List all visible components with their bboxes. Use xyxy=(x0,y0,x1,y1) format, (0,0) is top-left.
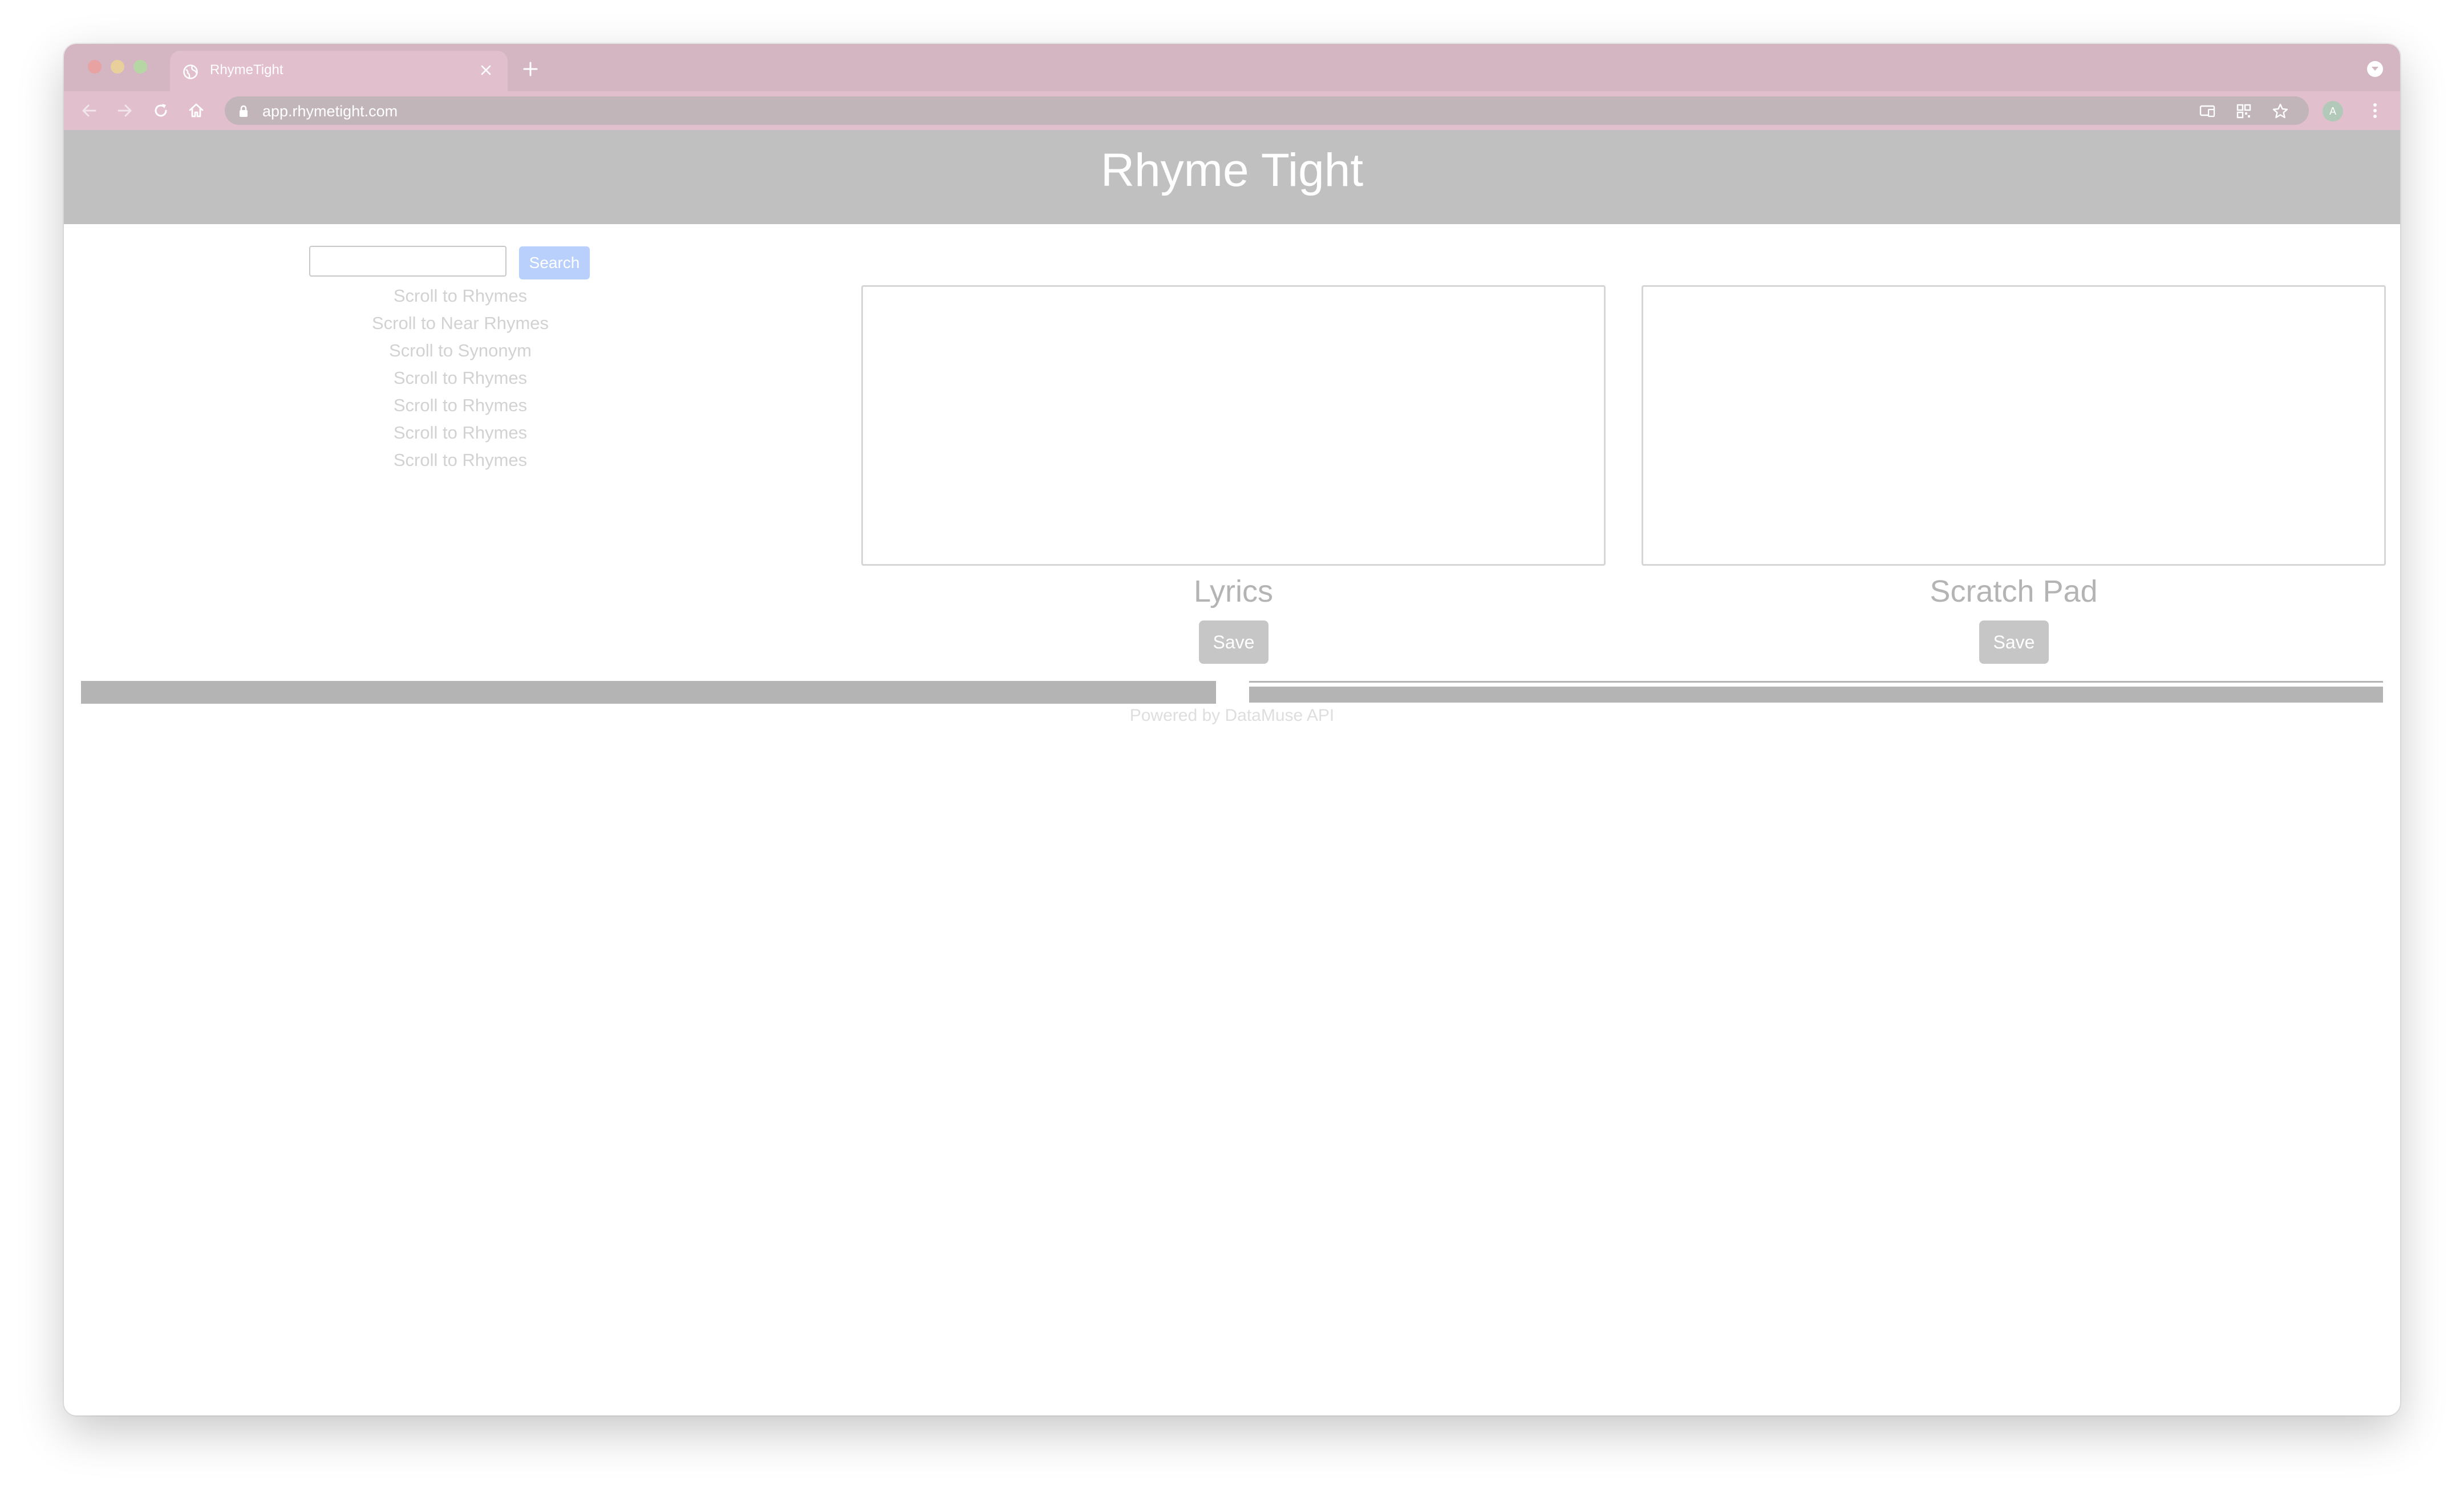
scroll-link-synonym[interactable]: Scroll to Synonym xyxy=(81,337,840,364)
avatar[interactable]: A xyxy=(2323,101,2343,121)
lyrics-title: Lyrics xyxy=(1193,574,1273,608)
tab-bar: RhymeTight xyxy=(64,44,2400,91)
scroll-link-rhymes[interactable]: Scroll to Rhymes xyxy=(81,392,840,419)
url-text[interactable]: app.rhymetight.com xyxy=(262,103,398,120)
save-lyrics-button[interactable]: Save xyxy=(1199,620,1269,664)
minimize-window-button[interactable] xyxy=(111,60,124,74)
divider-bar-left xyxy=(81,681,1216,704)
lock-icon xyxy=(238,105,249,120)
search-input[interactable] xyxy=(309,246,506,277)
cast-icon[interactable] xyxy=(2198,102,2217,121)
scratch-pad-title: Scratch Pad xyxy=(1930,574,2098,608)
datamuse-api-link[interactable]: DataMuse API xyxy=(1225,706,1335,725)
arrow-right-icon[interactable] xyxy=(114,99,136,122)
scroll-links: Scroll to Rhymes Scroll to Near Rhymes S… xyxy=(81,282,840,474)
tab-title: RhymeTight xyxy=(210,62,283,78)
save-scratch-pad-button[interactable]: Save xyxy=(1979,620,2049,664)
chevron-down-icon[interactable] xyxy=(2367,61,2383,77)
scroll-link-rhymes[interactable]: Scroll to Rhymes xyxy=(81,282,840,310)
home-icon[interactable] xyxy=(185,99,208,122)
footer-prefix: Powered by xyxy=(1129,706,1225,725)
browser-window: RhymeTight app.rhymetight.com A Rhyme Ti… xyxy=(64,44,2400,1415)
star-icon[interactable] xyxy=(2271,102,2290,121)
divider-bar-right xyxy=(1249,687,2383,703)
globe-icon xyxy=(183,64,198,80)
maximize-window-button[interactable] xyxy=(133,60,147,74)
lyrics-textarea[interactable] xyxy=(861,285,1606,566)
close-window-button[interactable] xyxy=(88,60,102,74)
browser-toolbar: app.rhymetight.com A xyxy=(64,91,2400,130)
address-bar[interactable]: app.rhymetight.com xyxy=(225,96,2309,125)
browser-tab[interactable]: RhymeTight xyxy=(170,51,508,91)
scroll-link-rhymes[interactable]: Scroll to Rhymes xyxy=(81,447,840,474)
divider-rule-right xyxy=(1249,681,2383,683)
arrow-left-icon[interactable] xyxy=(78,99,100,122)
scratch-pad-textarea[interactable] xyxy=(1642,285,2386,566)
app-header: Rhyme Tight xyxy=(64,133,2400,224)
plus-icon[interactable] xyxy=(518,56,543,82)
search-button[interactable]: Search xyxy=(519,246,590,279)
page-title: Rhyme Tight xyxy=(1100,144,1364,196)
scroll-link-near-rhymes[interactable]: Scroll to Near Rhymes xyxy=(81,310,840,337)
close-icon[interactable] xyxy=(475,59,497,82)
reload-icon[interactable] xyxy=(149,99,172,122)
more-vertical-icon[interactable] xyxy=(2368,100,2382,121)
scroll-link-rhymes[interactable]: Scroll to Rhymes xyxy=(81,364,840,392)
page-content: Rhyme Tight Search Scroll to Rhymes Scro… xyxy=(64,133,2400,1415)
footer: Powered by DataMuse API xyxy=(64,706,2400,725)
scroll-link-rhymes[interactable]: Scroll to Rhymes xyxy=(81,419,840,447)
qr-code-icon[interactable] xyxy=(2234,102,2254,121)
